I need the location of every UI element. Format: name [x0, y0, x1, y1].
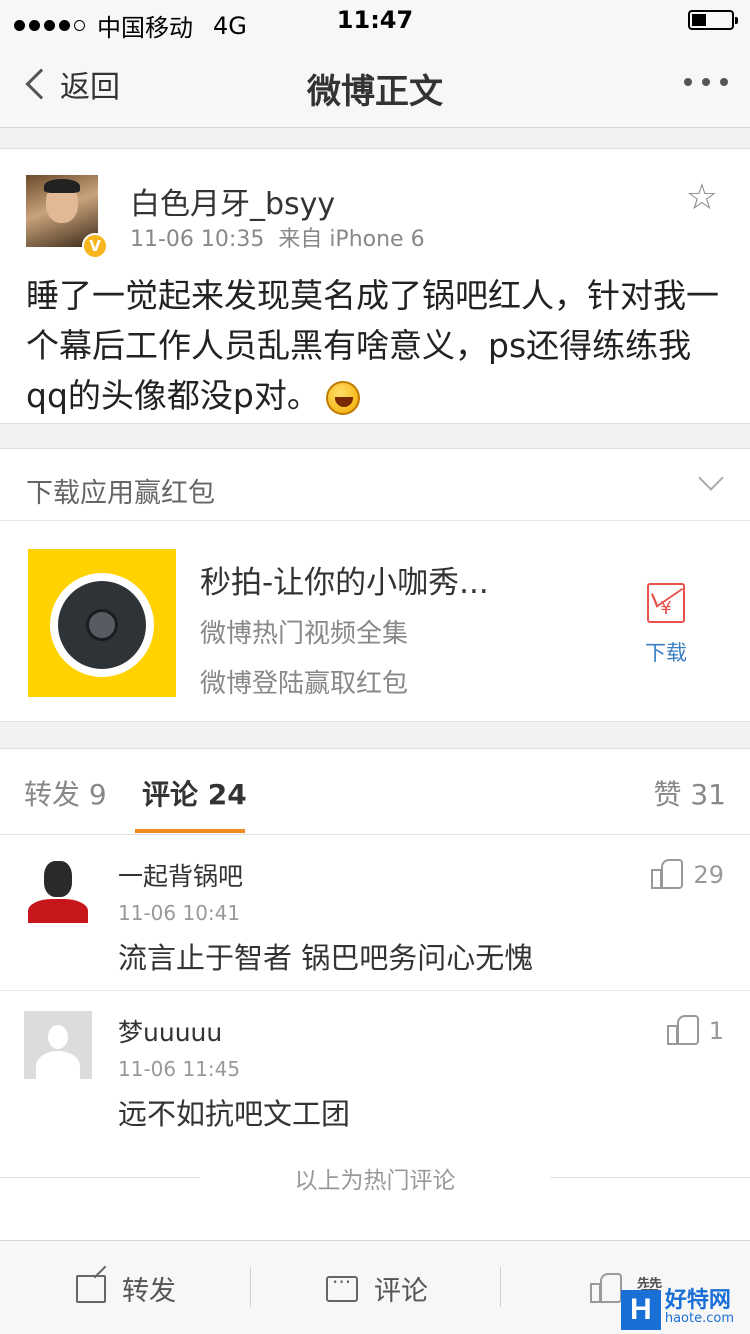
hot-comments-label: 以上为热门评论: [294, 1168, 456, 1194]
commenter-name[interactable]: 梦uuuuu: [118, 1013, 222, 1049]
comment-like-button[interactable]: 29: [651, 859, 724, 889]
comment-like-button[interactable]: 1: [666, 1015, 724, 1045]
comment-like-count: 29: [693, 861, 724, 889]
nav-bar: 返回 微博正文: [0, 40, 750, 128]
post-text: 睡了一觉起来发现莫名成了锅吧红人，针对我一个幕后工作人员乱黑有啥意义，ps还得练…: [26, 276, 719, 415]
download-label: 下载: [645, 641, 687, 665]
tab-like[interactable]: 赞 31: [653, 773, 726, 813]
laugh-emoji-icon: [325, 380, 360, 415]
thumbs-up-icon: [590, 1272, 622, 1303]
app-promo: 微博登陆赢取红包: [200, 669, 409, 699]
chevron-down-icon[interactable]: [698, 465, 724, 491]
app-icon[interactable]: [28, 549, 176, 697]
watermark-logo: H: [620, 1290, 661, 1330]
commenter-avatar[interactable]: [24, 855, 92, 923]
repost-button[interactable]: 转发: [76, 1269, 176, 1308]
hot-comments-divider: 以上为热门评论: [0, 1159, 750, 1195]
site-watermark: H 好特网 haote.com: [620, 1288, 734, 1330]
watermark-url: haote.com: [664, 1311, 734, 1326]
comment-icon: [326, 1270, 358, 1302]
chevron-left-icon: [25, 68, 57, 100]
comment-time: 11-06 10:41: [118, 901, 241, 925]
verified-badge-icon: V: [82, 233, 108, 259]
thumbs-up-icon: [651, 859, 684, 889]
status-bar: 中国移动 4G 11:47: [0, 0, 750, 42]
post-meta: 11-06 10:35 来自 iPhone 6: [130, 221, 425, 253]
more-dot-icon: [720, 78, 728, 86]
comment-like-count: 1: [708, 1017, 724, 1045]
comment-time: 11-06 11:45: [118, 1057, 241, 1081]
post-timestamp: 11-06 10:35: [130, 227, 265, 252]
commenter-name[interactable]: 一起背锅吧: [118, 857, 243, 893]
comment-text: 流言止于智者 锅巴吧务问心无愧: [118, 941, 534, 975]
download-button[interactable]: ¥ 下载: [640, 583, 692, 667]
red-packet-icon: ¥: [647, 583, 685, 623]
comment-item: 梦uuuuu 11-06 11:45 远不如抗吧文工团 1: [0, 991, 750, 1141]
watermark-name: 好特网: [664, 1288, 731, 1313]
repost-label: 转发: [122, 1276, 176, 1307]
interaction-tabs: 转发 9 评论 24 赞 31: [0, 749, 750, 835]
post-source: 来自 iPhone 6: [278, 227, 425, 252]
post-body: 睡了一觉起来发现莫名成了锅吧红人，针对我一个幕后工作人员乱黑有啥意义，ps还得练…: [26, 271, 726, 421]
toolbar-divider: [250, 1267, 251, 1307]
comments-section: 转发 9 评论 24 赞 31 一起背锅吧 11-06 10:41 流言止于智者…: [0, 748, 750, 1248]
toolbar-divider: [500, 1267, 501, 1307]
comment-label: 评论: [374, 1276, 428, 1307]
comment-item: 一起背锅吧 11-06 10:41 流言止于智者 锅巴吧务问心无愧 29: [0, 835, 750, 991]
more-dot-icon: [684, 78, 692, 86]
commenter-avatar[interactable]: [24, 1011, 92, 1079]
active-tab-indicator: [135, 829, 245, 833]
app-name[interactable]: 秒拍-让你的小咖秀...: [200, 557, 489, 602]
thumbs-up-icon: [666, 1015, 699, 1045]
comment-text: 远不如抗吧文工团: [118, 1097, 351, 1131]
app-ad-card: 下载应用赢红包 秒拍-让你的小咖秀... 微博热门视频全集 微博登陆赢取红包 ¥…: [0, 448, 750, 722]
back-label: 返回: [60, 70, 120, 105]
back-button[interactable]: 返回: [20, 62, 120, 106]
more-button[interactable]: [684, 78, 728, 86]
ad-header[interactable]: 下载应用赢红包: [0, 449, 750, 521]
battery-icon: [688, 10, 738, 30]
comment-button[interactable]: 评论: [326, 1269, 428, 1308]
app-description: 微博热门视频全集: [200, 619, 409, 649]
tab-comment[interactable]: 评论 24: [142, 773, 247, 813]
bottom-toolbar: 转发 评论 赞 H 好特网 haote.com: [0, 1240, 750, 1334]
ad-title: 下载应用赢红包: [26, 478, 215, 509]
clock: 11:47: [336, 6, 414, 34]
author-name[interactable]: 白色月牙_bsyy: [130, 179, 335, 223]
tab-repost[interactable]: 转发 9: [24, 773, 107, 813]
favorite-star-icon[interactable]: ☆: [686, 177, 718, 218]
weibo-post: V 白色月牙_bsyy 11-06 10:35 来自 iPhone 6 ☆ 睡了…: [0, 148, 750, 424]
share-icon: [76, 1274, 106, 1303]
more-dot-icon: [702, 78, 710, 86]
